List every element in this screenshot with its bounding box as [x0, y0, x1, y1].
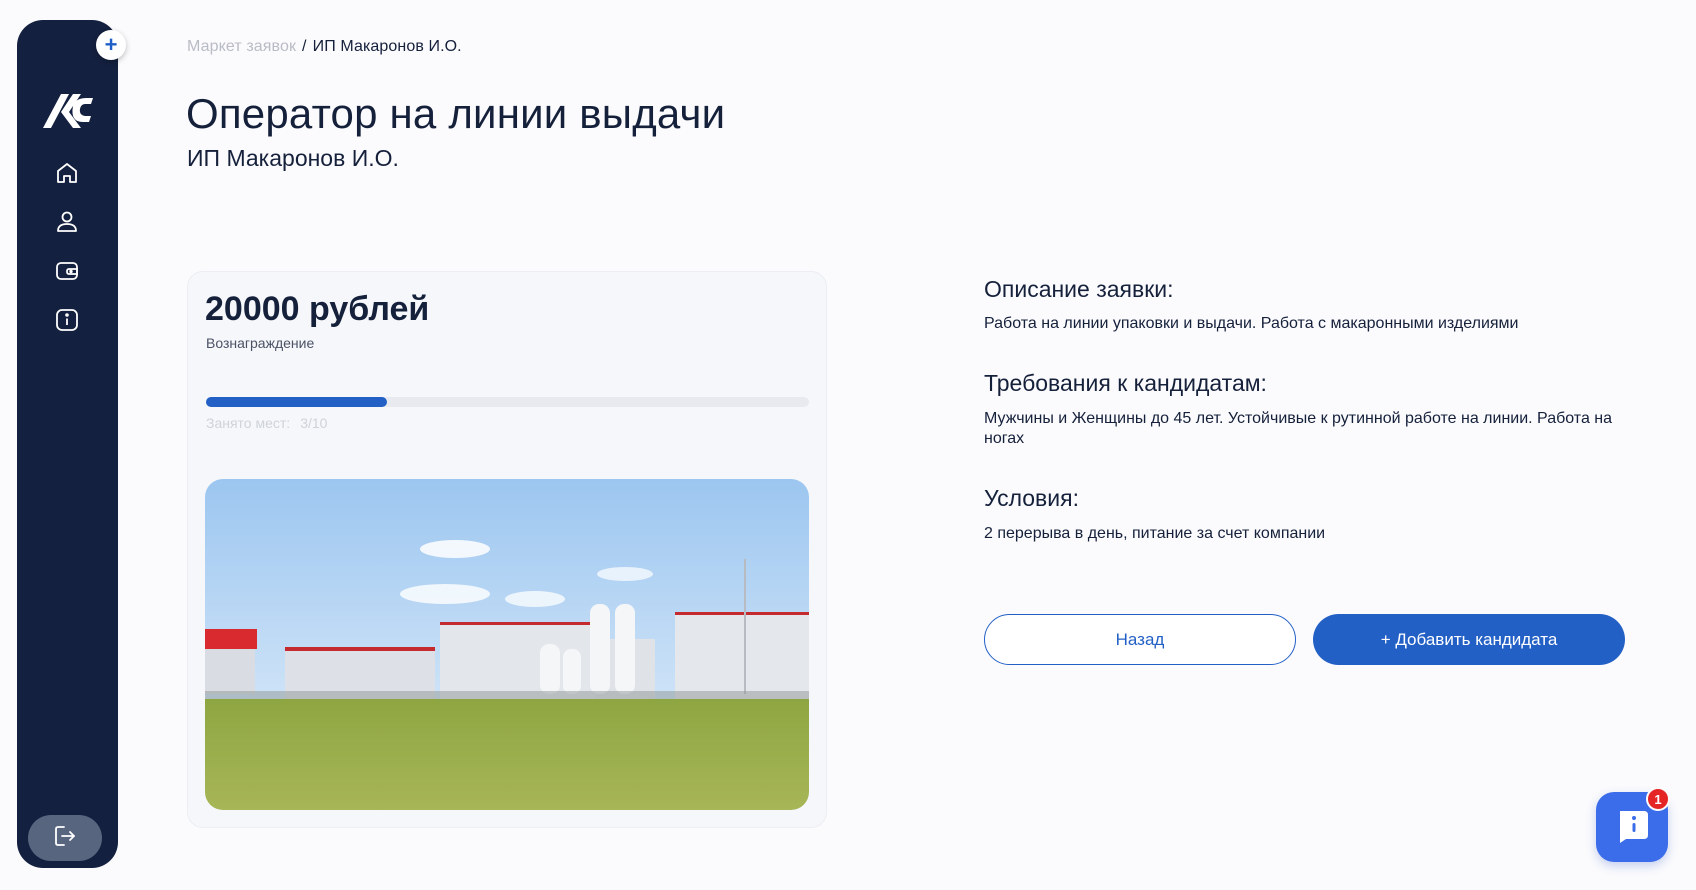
- notification-badge: 1: [1646, 787, 1670, 811]
- vacancy-card: 20000 рублей Вознаграждение Занято мест:…: [187, 271, 827, 828]
- progress-bar: [206, 397, 809, 407]
- reward-amount: 20000 рублей: [205, 290, 430, 328]
- add-candidate-button[interactable]: + Добавить кандидата: [1313, 614, 1625, 665]
- add-button[interactable]: +: [96, 30, 126, 60]
- company-logo-icon[interactable]: [39, 82, 97, 140]
- progress-label: Занято мест:: [206, 415, 291, 431]
- progress-value: 3/10: [300, 415, 328, 431]
- progress-text: Занято мест: 3/10: [206, 415, 327, 431]
- requirements-text: Мужчины и Женщины до 45 лет. Устойчивые …: [984, 410, 1613, 447]
- sidebar: [17, 20, 118, 868]
- description-heading: Описание заявки:: [984, 276, 1174, 302]
- logout-icon: [52, 823, 78, 854]
- info-icon[interactable]: [51, 304, 83, 336]
- conditions-text: 2 перерыва в день, питание за счет компа…: [984, 525, 1326, 542]
- chat-icon: [1612, 805, 1652, 850]
- page-subtitle: ИП Макаронов И.О.: [187, 145, 399, 171]
- page-title: Оператор на линии выдачи: [186, 90, 726, 137]
- requirements-heading: Требования к кандидатам:: [984, 370, 1267, 396]
- description-text: Работа на линии упаковки и выдачи. Работ…: [984, 315, 1519, 332]
- conditions-heading: Условия:: [984, 485, 1079, 511]
- breadcrumb: Маркет заявок / ИП Макаронов И.О.: [187, 38, 462, 56]
- reward-label: Вознаграждение: [206, 335, 315, 351]
- progress-fill: [206, 397, 387, 407]
- wallet-icon[interactable]: [51, 255, 83, 287]
- breadcrumb-separator: /: [302, 38, 307, 55]
- user-icon[interactable]: [51, 206, 83, 238]
- breadcrumb-link-market[interactable]: Маркет заявок: [187, 38, 296, 55]
- factory-photo: [205, 479, 809, 810]
- back-button[interactable]: Назад: [984, 614, 1296, 665]
- plus-icon: +: [104, 32, 118, 57]
- logout-button[interactable]: [28, 815, 102, 861]
- home-icon[interactable]: [51, 157, 83, 189]
- breadcrumb-current: ИП Макаронов И.О.: [312, 38, 462, 55]
